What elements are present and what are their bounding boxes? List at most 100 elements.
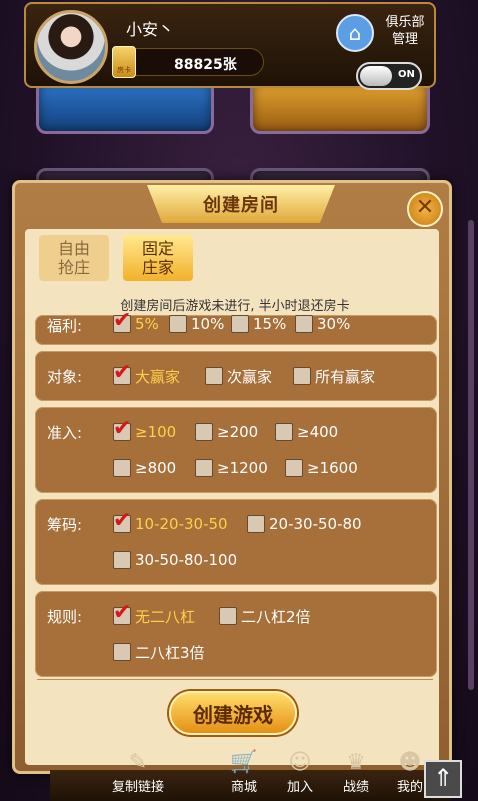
room-card-count: 88825张: [174, 57, 237, 73]
nickname: 小安丶: [126, 20, 175, 39]
option-entry-100[interactable]: ≥100: [113, 416, 177, 443]
rules-label: 规则:: [47, 608, 83, 626]
nav-label: 复制链接: [111, 780, 164, 795]
toggle-switch[interactable]: ON: [356, 62, 422, 90]
checkbox-icon: [113, 643, 131, 661]
nav-records[interactable]: ♛ 战绩: [334, 750, 378, 795]
option-label: ≥200: [217, 423, 259, 441]
dialog-title-ribbon: 创建房间: [147, 185, 335, 223]
option-label: 二八杠3倍: [135, 643, 205, 662]
trophy-icon: ♛: [346, 750, 366, 775]
option-chips-10-20-30-50[interactable]: 10-20-30-50: [113, 508, 228, 535]
option-welfare-5[interactable]: 5%: [113, 308, 159, 335]
section-welfare: 福利: 5% 10% 15% 30%: [35, 308, 437, 345]
nav-label: 战绩: [342, 780, 369, 795]
join-user-icon: ☺: [288, 750, 312, 775]
option-welfare-30[interactable]: 30%: [295, 313, 350, 335]
option-label: 次赢家: [227, 367, 273, 386]
option-label: 二八杠2倍: [241, 607, 311, 626]
option-label: 大赢家: [135, 367, 181, 386]
checkbox-icon: [113, 459, 131, 477]
option-entry-800[interactable]: ≥800: [113, 457, 176, 479]
nav-label: 商城: [230, 780, 257, 795]
user-info-bar: 小安丶 房卡 88825张 ⌂ 俱乐部管理 ON: [24, 2, 436, 90]
checkbox-icon: [113, 508, 131, 533]
scrollbar[interactable]: [468, 220, 474, 690]
section-target: 对象: 大赢家 次赢家 所有赢家: [35, 351, 437, 401]
tab-free-banker[interactable]: 自由 抢庄: [39, 235, 109, 281]
target-label: 对象:: [47, 368, 83, 386]
chips-label: 筹码:: [47, 516, 83, 534]
nav-join[interactable]: ☺ 加入: [278, 750, 322, 795]
divider: [37, 679, 433, 680]
option-label: 无二八杠: [135, 607, 196, 626]
checkbox-icon: [219, 607, 237, 625]
create-game-button[interactable]: 创建游戏: [169, 691, 297, 735]
checkbox-icon: [205, 367, 223, 385]
club-manage-label[interactable]: 俱乐部管理: [382, 14, 428, 48]
option-label: ≥400: [297, 423, 339, 441]
checkbox-icon: [285, 459, 303, 477]
checkbox-icon: [231, 315, 249, 333]
option-entry-200[interactable]: ≥200: [195, 421, 258, 443]
checkbox-icon: [195, 459, 213, 477]
option-target-top-winner[interactable]: 大赢家: [113, 360, 181, 387]
dialog-title: 创建房间: [203, 195, 279, 216]
option-label: 所有赢家: [315, 367, 376, 386]
tab-fixed-banker[interactable]: 固定 庄家: [123, 235, 193, 281]
create-room-dialog: 创建房间 ✕ 自由 抢庄 固定 庄家 创建房间后游戏未进行, 半小时退还房卡 福利:…: [12, 180, 452, 774]
checkbox-icon: [113, 600, 131, 625]
option-target-all-winners[interactable]: 所有赢家: [293, 365, 375, 387]
option-target-second-winner[interactable]: 次赢家: [205, 365, 272, 387]
option-entry-1600[interactable]: ≥1600: [285, 457, 358, 479]
room-card-icon: 房卡: [112, 46, 136, 78]
toggle-label: ON: [398, 69, 415, 80]
option-welfare-15[interactable]: 15%: [231, 313, 286, 335]
club-home-icon[interactable]: ⌂: [336, 14, 374, 52]
checkbox-icon: [293, 367, 311, 385]
option-label: ≥800: [135, 459, 177, 477]
option-welfare-10[interactable]: 10%: [169, 313, 224, 335]
checkbox-icon: [113, 360, 131, 385]
nav-shop[interactable]: 🛒 商城: [222, 750, 266, 795]
option-label: ≥1200: [217, 459, 268, 477]
section-entry: 准入: ≥100 ≥200 ≥400 ≥800 ≥1200 ≥1600: [35, 407, 437, 493]
option-label: 5%: [135, 315, 159, 333]
checkbox-icon: [295, 315, 313, 333]
close-icon[interactable]: ✕: [407, 191, 443, 227]
create-game-label: 创建游戏: [193, 702, 273, 727]
checkbox-icon: [113, 308, 131, 333]
option-entry-1200[interactable]: ≥1200: [195, 457, 268, 479]
option-entry-400[interactable]: ≥400: [275, 421, 338, 443]
game-tile-blue[interactable]: [36, 80, 214, 134]
arrow-up-icon[interactable]: ⇑: [424, 760, 462, 798]
option-rules-28-double[interactable]: 二八杠2倍: [219, 605, 311, 627]
checkbox-icon: [113, 416, 131, 441]
option-label: 10-20-30-50: [135, 515, 228, 533]
checkbox-icon: [275, 423, 293, 441]
option-label: ≥1600: [307, 459, 358, 477]
option-label: ≥100: [135, 423, 177, 441]
welfare-label: 福利:: [47, 317, 83, 335]
option-label: 30%: [317, 315, 351, 333]
nav-copy-link[interactable]: ✎ 复制链接: [106, 750, 170, 795]
option-rules-no-28[interactable]: 无二八杠: [113, 600, 196, 627]
avatar[interactable]: [34, 10, 108, 84]
refund-notice: 创建房间后游戏未进行, 半小时退还房卡: [120, 299, 350, 314]
option-chips-20-30-50-80[interactable]: 20-30-50-80: [247, 513, 362, 535]
checkbox-icon: [169, 315, 187, 333]
entry-label: 准入:: [47, 424, 83, 442]
option-label: 30-50-80-100: [135, 551, 238, 569]
section-chips: 筹码: 10-20-30-50 20-30-50-80 30-50-80-100: [35, 499, 437, 585]
copy-link-icon: ✎: [128, 750, 148, 775]
nav-label: 加入: [286, 780, 313, 795]
option-chips-30-50-80-100[interactable]: 30-50-80-100: [113, 549, 237, 571]
shop-cart-icon: 🛒: [230, 750, 258, 775]
checkbox-icon: [247, 515, 265, 533]
option-label: 20-30-50-80: [269, 515, 362, 533]
option-rules-28-triple[interactable]: 二八杠3倍: [113, 641, 205, 663]
checkbox-icon: [195, 423, 213, 441]
option-label: 15%: [253, 315, 287, 333]
checkbox-icon: [113, 551, 131, 569]
toggle-knob: [360, 66, 392, 86]
